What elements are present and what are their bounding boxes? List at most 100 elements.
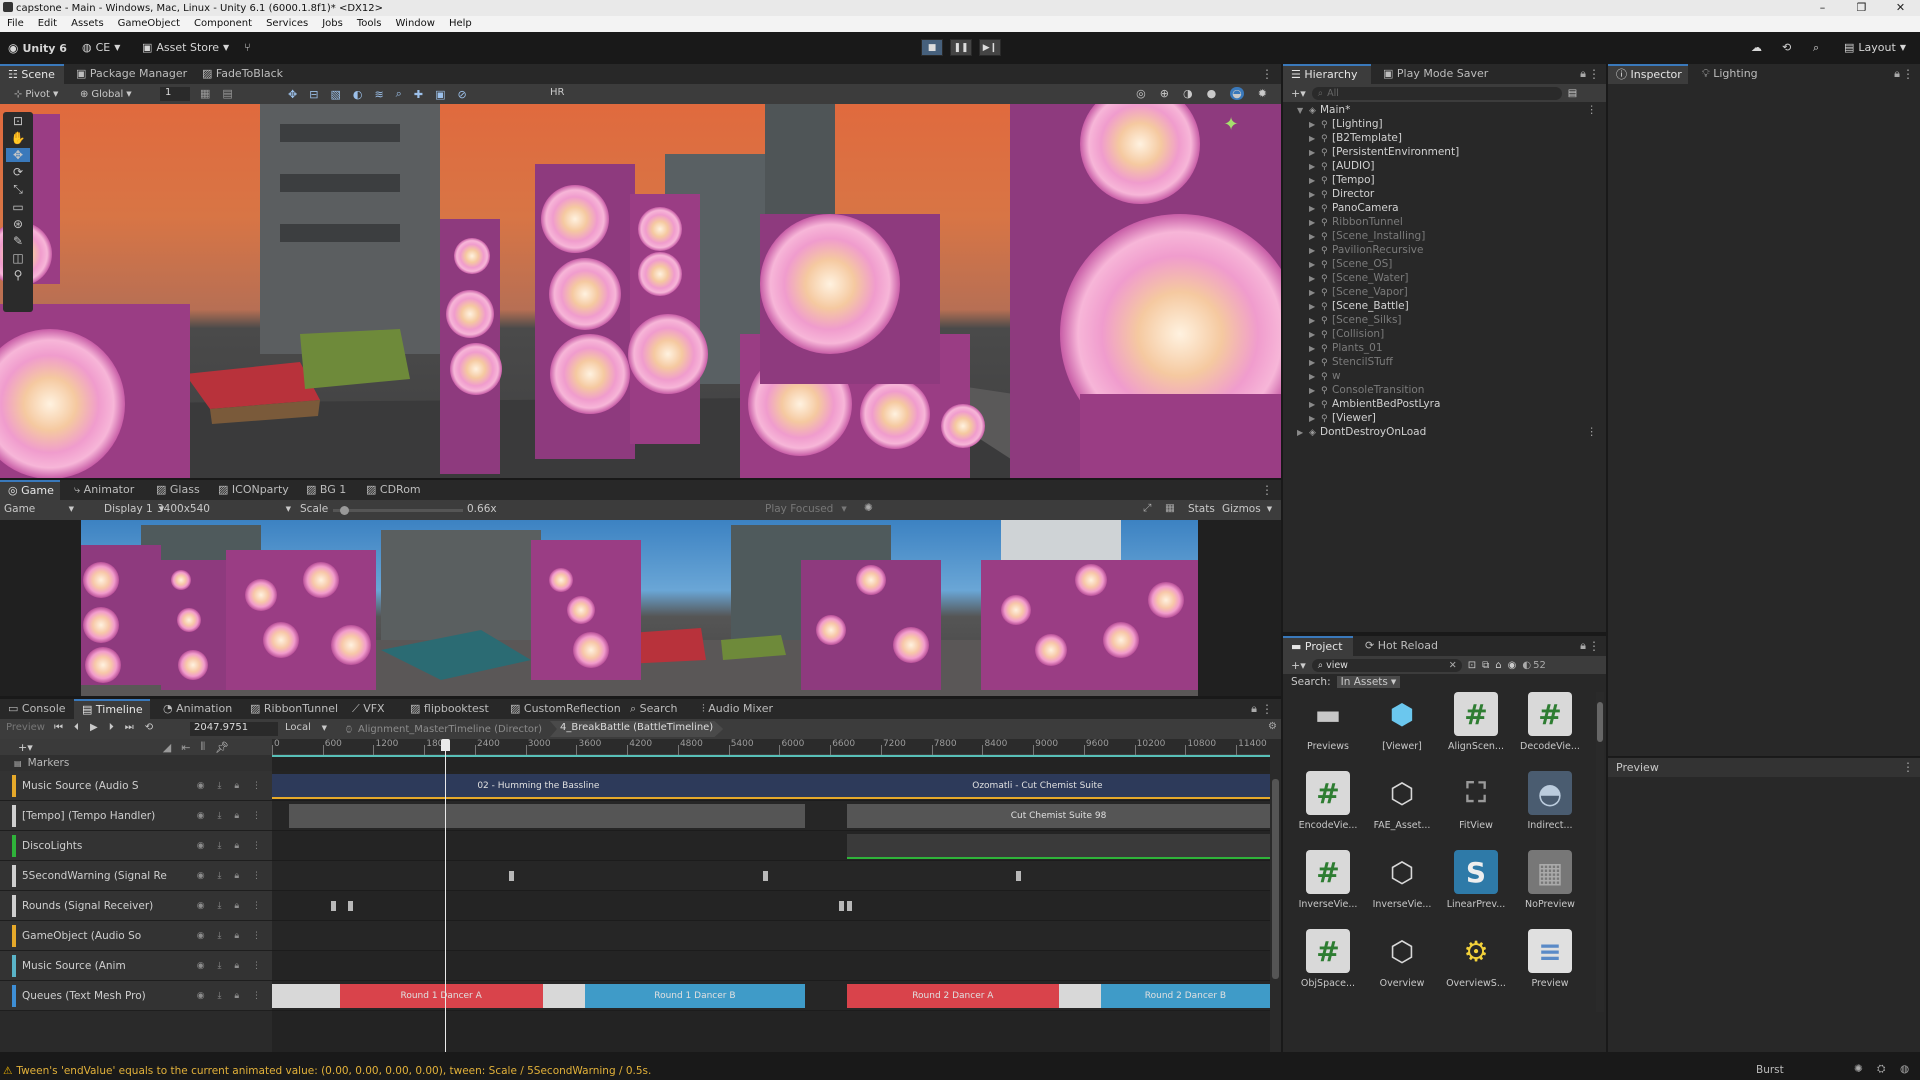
lit-icon[interactable]: ◒: [1230, 87, 1244, 100]
timeline-track-header[interactable]: Music Source (Anim ◉ ⤓ 🔒︎ ⋮: [0, 951, 272, 981]
hierarchy-item[interactable]: ▶ ⚲ Director: [1309, 188, 1589, 202]
settings-icon[interactable]: ⚙: [1268, 721, 1277, 732]
tab-glass[interactable]: ▨ Glass: [148, 480, 208, 500]
project-scrollbar[interactable]: [1596, 692, 1604, 1012]
hierarchy-item[interactable]: ▶ ⚲ [AUDIO]: [1309, 160, 1589, 174]
mute-icon[interactable]: ⤢: [1143, 502, 1151, 515]
last-frame-icon[interactable]: ⏭: [125, 722, 134, 733]
tab-cdrom[interactable]: ▨ CDRom: [358, 480, 429, 500]
no-icon[interactable]: ⊘: [457, 88, 466, 101]
chevron-right-icon[interactable]: ▶: [1309, 232, 1321, 241]
more-icon[interactable]: ⋮: [1587, 104, 1598, 116]
hierarchy-item[interactable]: ▶ ⚲ [Lighting]: [1309, 118, 1589, 132]
tab-scene[interactable]: ☷ Scene: [0, 64, 64, 84]
shading-icon[interactable]: ◑: [1183, 87, 1193, 100]
chevron-right-icon[interactable]: ▶: [1309, 148, 1321, 157]
asset-item[interactable]: # EncodeVie...: [1295, 771, 1361, 831]
global-dropdown[interactable]: ⊕ Global ▼: [80, 87, 132, 101]
tab-console[interactable]: ▭ Console: [0, 699, 74, 719]
lock-icon[interactable]: 🔒︎: [1251, 702, 1257, 716]
pin-icon[interactable]: 📌︎: [215, 741, 229, 754]
hierarchy-item[interactable]: ▶ ⚲ [Scene_Water]: [1309, 272, 1589, 286]
tempo-clip[interactable]: [288, 804, 805, 828]
first-frame-icon[interactable]: ⏮: [54, 722, 63, 733]
lock-icon[interactable]: 🔒︎: [1894, 67, 1900, 81]
gizmos-dropdown[interactable]: Gizmos ▼: [1222, 503, 1272, 515]
asset-item[interactable]: ◓ Indirect...: [1517, 771, 1583, 831]
text-clip[interactable]: [1058, 984, 1101, 1008]
hierarchy-root-scene[interactable]: ▼ ◈ Main* ⋮: [1297, 104, 1597, 118]
track-controls[interactable]: ◉ ⤓ 🔒︎ ⋮: [197, 991, 266, 1001]
scale-icon[interactable]: ⤡: [13, 182, 23, 197]
version-control-button[interactable]: ⑂: [244, 41, 251, 54]
tab-fadetoblack[interactable]: ▨ FadeToBlack: [194, 64, 291, 84]
timeline-track-header[interactable]: [Tempo] (Tempo Handler) ◉ ⤓ 🔒︎ ⋮: [0, 801, 272, 831]
hierarchy-item[interactable]: ▶ ⚲ [Tempo]: [1309, 174, 1589, 188]
menu-jobs[interactable]: Jobs: [315, 16, 350, 32]
visibility-icon[interactable]: ◎: [1136, 87, 1146, 100]
chevron-right-icon[interactable]: ▶: [1309, 344, 1321, 353]
asset-item[interactable]: ⚙ OverviewS...: [1443, 929, 1509, 990]
rect-icon[interactable]: ▭: [12, 200, 23, 214]
more-icon[interactable]: ⋮: [1902, 67, 1914, 81]
minimize-icon[interactable]: –: [1803, 0, 1842, 16]
timeline-track-lane[interactable]: [272, 861, 1270, 891]
text-clip[interactable]: Round 1 Dancer A: [339, 984, 543, 1008]
menu-gameobject[interactable]: GameObject: [111, 16, 187, 32]
tab-animation[interactable]: ◔ Animation: [155, 699, 240, 719]
playhead[interactable]: [441, 739, 451, 1052]
asset-store-button[interactable]: ▣ Asset Store ▼: [142, 41, 229, 54]
frame-icon[interactable]: ⇤: [181, 741, 190, 754]
signal-marker[interactable]: [1016, 871, 1022, 881]
pause-button[interactable]: ❚❚: [950, 39, 972, 56]
lock-icon[interactable]: 🔒︎: [1580, 639, 1586, 653]
tab-search[interactable]: ⌕ Search: [622, 699, 685, 719]
camera-icon[interactable]: ▣: [435, 88, 445, 101]
menu-assets[interactable]: Assets: [64, 16, 111, 32]
network-icon[interactable]: ⛭: [1877, 1063, 1885, 1076]
move-icon[interactable]: ✥: [6, 148, 30, 162]
layers-icon[interactable]: ◫: [12, 251, 23, 265]
zoom-to-fit-icon[interactable]: ◢: [163, 741, 171, 754]
text-clip[interactable]: Round 2 Dancer B: [1100, 984, 1270, 1008]
play-focused-dropdown[interactable]: Play Focused ▼: [765, 503, 847, 515]
prev-frame-icon[interactable]: ⏴: [74, 722, 79, 733]
chevron-right-icon[interactable]: ▶: [1309, 372, 1321, 381]
add-icon[interactable]: +▾: [1291, 659, 1306, 672]
chevron-right-icon[interactable]: ▶: [1309, 358, 1321, 367]
asset-item[interactable]: ⬡ InverseVie...: [1369, 850, 1435, 911]
track-controls[interactable]: ◉ ⤓ 🔒︎ ⋮: [197, 841, 266, 851]
menu-component[interactable]: Component: [187, 16, 259, 32]
tab-hierarchy[interactable]: ☰ Hierarchy: [1283, 64, 1371, 84]
bake-icon[interactable]: ◍: [1900, 1063, 1909, 1075]
hierarchy-item[interactable]: ▶ ⚲ [Scene_OS]: [1309, 258, 1589, 272]
transform-icon[interactable]: ⊛: [13, 217, 23, 231]
chevron-right-icon[interactable]: ▶: [1309, 414, 1321, 423]
menu-services[interactable]: Services: [259, 16, 315, 32]
chevron-right-icon[interactable]: ▶: [1309, 330, 1321, 339]
preview-header[interactable]: Preview ⋮: [1608, 757, 1920, 777]
zoom-icon[interactable]: ⌕: [396, 87, 402, 101]
transform-icon[interactable]: ✚: [414, 88, 423, 101]
timeline-track-header[interactable]: Rounds (Signal Receiver) ◉ ⤓ 🔒︎ ⋮: [0, 891, 272, 921]
search-button[interactable]: ⌕: [1813, 41, 1819, 55]
chevron-right-icon[interactable]: ▶: [1309, 162, 1321, 171]
track-controls[interactable]: ◉ ⤓ 🔒︎ ⋮: [197, 811, 266, 821]
menu-tools[interactable]: Tools: [350, 16, 389, 32]
hierarchy-item[interactable]: ▶ ⚲ PanoCamera: [1309, 202, 1589, 216]
timeline-track-header[interactable]: 5SecondWarning (Signal Re ◉ ⤓ 🔒︎ ⋮: [0, 861, 272, 891]
play-button[interactable]: ■: [921, 39, 943, 56]
label-icon[interactable]: ⧉: [1482, 660, 1489, 671]
rotate-icon[interactable]: ⟳: [13, 165, 23, 179]
chevron-right-icon[interactable]: ▶: [1309, 204, 1321, 213]
more-icon[interactable]: ⋮: [1588, 67, 1600, 81]
project-scroll-thumb[interactable]: [1597, 702, 1603, 742]
chevron-right-icon[interactable]: ▶: [1309, 316, 1321, 325]
chevron-right-icon[interactable]: ▶: [1309, 246, 1321, 255]
tab-inspector[interactable]: ⓘ Inspector: [1608, 64, 1688, 84]
align-icon[interactable]: ⊟: [309, 88, 318, 101]
hierarchy-item[interactable]: ▶ ⚲ RibbonTunnel: [1309, 216, 1589, 230]
tab-customreflection[interactable]: ▨ CustomReflection: [502, 699, 629, 719]
asset-item[interactable]: ▦ NoPreview: [1517, 850, 1583, 910]
tab-vfx[interactable]: ⟋ VFX: [344, 699, 393, 719]
